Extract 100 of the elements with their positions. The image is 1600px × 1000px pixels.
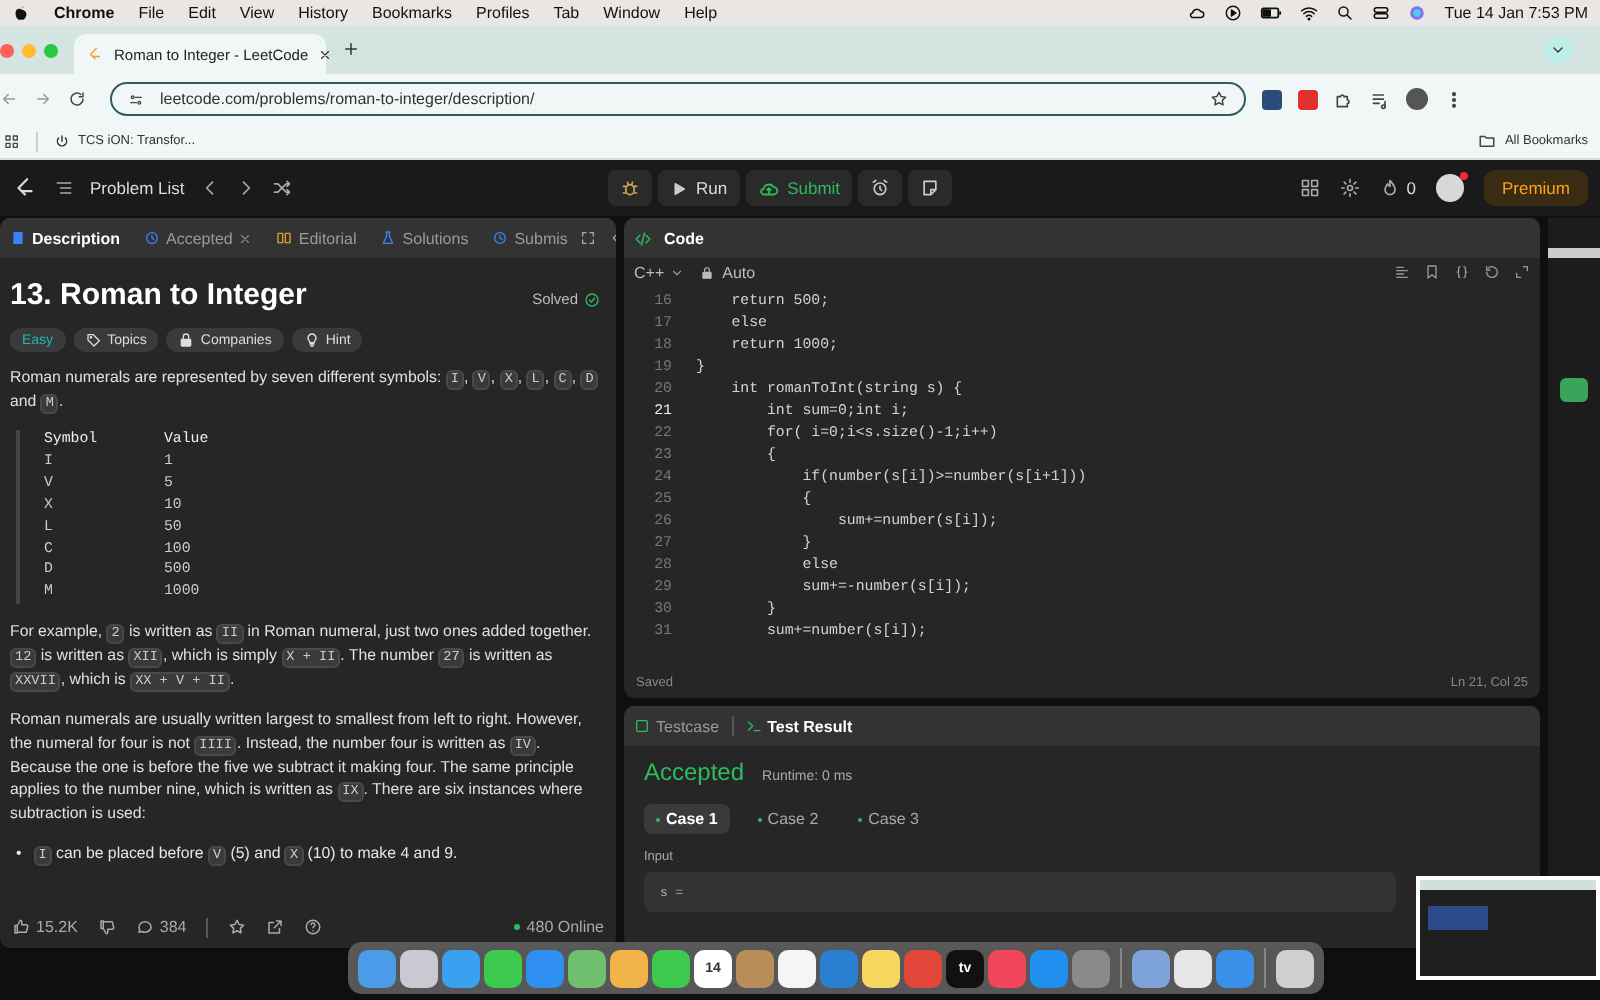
app-icon[interactable] <box>778 949 816 987</box>
case-tab[interactable]: Case 3 <box>846 804 932 834</box>
streak-count: 0 <box>1406 178 1416 198</box>
panel-tab[interactable]: Test Result <box>745 717 853 735</box>
like-button[interactable]: 15.2K <box>12 918 78 936</box>
expand-icon[interactable] <box>1514 264 1530 280</box>
flask-icon <box>380 230 397 246</box>
share-icon[interactable] <box>266 918 285 936</box>
lock-icon[interactable] <box>178 332 195 348</box>
back-icon[interactable] <box>0 90 18 108</box>
panel-tab[interactable]: Editorial <box>276 229 357 247</box>
panel-tab[interactable]: Solutions <box>380 229 469 247</box>
timer-button[interactable] <box>858 170 903 206</box>
panel-tab[interactable]: Submis <box>492 229 568 247</box>
avatar[interactable] <box>1435 174 1464 202</box>
control-center-icon[interactable] <box>1372 4 1391 22</box>
address-bar[interactable]: leetcode.com/problems/roman-to-integer/description/ <box>110 82 1246 116</box>
app-icon[interactable] <box>862 949 900 987</box>
menu-item[interactable]: Tab <box>553 4 580 22</box>
problem-title: 13. Roman to Integer <box>10 278 307 314</box>
submit-button[interactable]: Submit <box>745 170 853 206</box>
clock[interactable]: Tue 14 Jan 7:53 PM <box>1444 4 1588 22</box>
help-icon[interactable] <box>304 918 323 936</box>
notification-dot <box>1459 172 1468 180</box>
star-icon[interactable] <box>228 918 247 936</box>
format-icon[interactable] <box>1394 264 1410 280</box>
menu-item[interactable]: View <box>239 4 275 22</box>
comment-icon <box>135 918 154 936</box>
bug-icon <box>620 178 640 198</box>
code-icon <box>634 229 652 247</box>
forward-icon[interactable] <box>34 90 52 108</box>
panel-tab[interactable]: Testcase <box>634 717 720 735</box>
app-icon[interactable] <box>400 949 438 987</box>
app-icon[interactable] <box>1132 949 1170 987</box>
flame-icon[interactable] <box>1380 178 1401 198</box>
menu-item[interactable]: Window <box>603 4 661 22</box>
book-icon <box>276 230 293 246</box>
new-tab-icon[interactable] <box>342 40 360 58</box>
expand-icon[interactable] <box>579 230 596 246</box>
app-icon[interactable] <box>652 949 690 987</box>
language-dropdown[interactable]: C++ <box>634 263 685 281</box>
menu-item[interactable]: File <box>138 4 165 22</box>
battery-icon[interactable] <box>1260 2 1283 24</box>
note-icon <box>920 178 941 198</box>
apps-grid-icon[interactable] <box>4 133 20 149</box>
premium-button[interactable]: Premium <box>1483 170 1588 206</box>
chevron-down-icon[interactable] <box>1550 42 1566 58</box>
search-icon[interactable] <box>1336 4 1355 22</box>
notes-button[interactable] <box>908 170 953 206</box>
panel-tab[interactable]: Description <box>10 229 121 247</box>
menu-item[interactable]: History <box>298 4 349 22</box>
history-icon <box>144 230 161 246</box>
case-tab[interactable]: Case 1 <box>644 804 730 834</box>
bookmark-icon[interactable] <box>1424 264 1440 280</box>
app-icon[interactable] <box>568 949 606 987</box>
menu-item[interactable]: Chrome <box>54 4 115 22</box>
case-tab[interactable]: Case 2 <box>745 804 831 834</box>
app-icon[interactable] <box>610 949 648 987</box>
alarm-clock-icon <box>870 178 891 198</box>
lock-icon <box>700 265 715 279</box>
shuffle-icon[interactable] <box>272 178 293 198</box>
apple-icon[interactable] <box>12 4 30 22</box>
logo-icon[interactable] <box>12 175 38 201</box>
play-circle-icon[interactable] <box>1224 4 1243 22</box>
star-icon[interactable] <box>1210 90 1228 108</box>
reset-icon[interactable] <box>1484 264 1500 280</box>
profile-avatar[interactable] <box>1406 88 1428 110</box>
menu-item[interactable]: Edit <box>188 4 216 22</box>
run-button[interactable]: Run <box>658 170 740 206</box>
app-icon[interactable] <box>484 949 522 987</box>
thumbs-down-icon[interactable] <box>97 918 116 936</box>
tag-icon[interactable] <box>85 332 102 348</box>
cloud-icon[interactable] <box>1188 4 1207 22</box>
menu-item[interactable]: Bookmarks <box>372 4 453 22</box>
braces-icon[interactable] <box>1454 264 1470 280</box>
mode-label[interactable]: Auto <box>722 263 756 281</box>
reload-icon[interactable] <box>68 90 86 108</box>
problem-list-link[interactable]: Problem List <box>90 178 185 198</box>
siri-icon[interactable] <box>1408 4 1427 22</box>
lightbulb-icon[interactable] <box>303 332 320 348</box>
menu-item[interactable]: Profiles <box>476 4 530 22</box>
menu-item[interactable]: Help <box>684 4 718 22</box>
layout-icon[interactable] <box>1300 178 1321 198</box>
panel-tab[interactable]: Accepted <box>144 229 253 247</box>
list-icon[interactable] <box>54 178 74 198</box>
screenshot-thumbnail[interactable] <box>1416 876 1600 980</box>
media-icon[interactable] <box>1370 89 1390 109</box>
settings-icon[interactable] <box>1340 178 1361 198</box>
debug-button[interactable] <box>608 170 652 206</box>
check-circle-icon <box>584 291 600 307</box>
thumbs-up-icon <box>12 918 30 936</box>
app-icon[interactable] <box>1276 949 1314 987</box>
puzzle-icon[interactable] <box>1334 89 1354 109</box>
comments-button[interactable]: 384 <box>135 918 187 936</box>
close-icon[interactable] <box>318 47 333 61</box>
panel-title: Code <box>664 229 704 247</box>
document-icon <box>10 230 26 246</box>
app-icon[interactable] <box>1174 949 1212 987</box>
clock-icon <box>492 230 509 246</box>
wifi-icon[interactable] <box>1300 4 1319 22</box>
